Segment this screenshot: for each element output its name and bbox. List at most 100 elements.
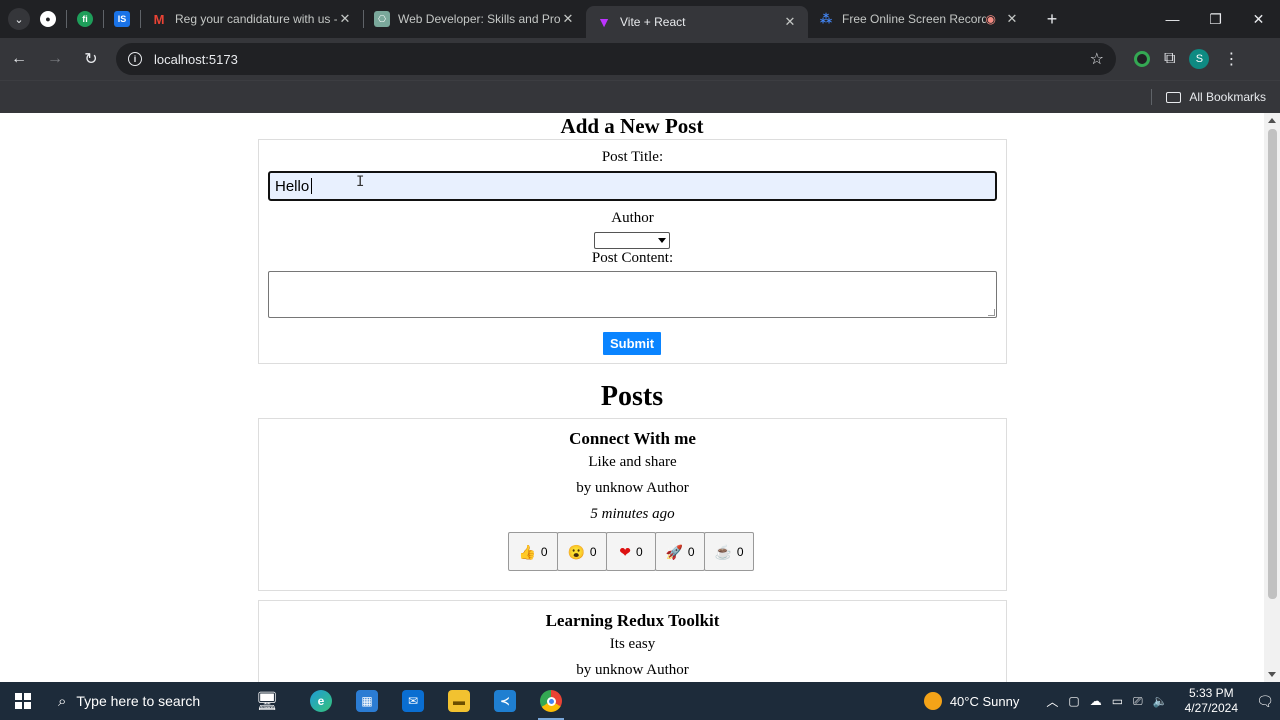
all-bookmarks-link[interactable]: All Bookmarks [1189,90,1266,104]
tab-title: Web Developer: Skills and Proje [398,12,560,26]
pinned-tab-is[interactable]: IS [104,4,140,34]
sun-icon [923,692,942,710]
restore-icon[interactable]: ❐ [1194,0,1237,38]
resize-handle-icon[interactable] [988,309,995,316]
tab-chatgpt[interactable]: ⎔ Web Developer: Skills and Proje ✕ [364,4,586,34]
clock-date: 4/27/2024 [1184,701,1238,715]
reaction-count: 0 [636,544,643,559]
battery-icon[interactable]: ▭ [1112,694,1123,708]
reaction-count: 0 [589,544,597,559]
close-icon[interactable]: ✕ [560,11,576,27]
search-highlight-icon[interactable]: 🖥 [236,686,298,716]
new-tab-button[interactable]: + [1038,9,1066,30]
close-icon[interactable]: ✕ [337,11,353,27]
reaction-button-thumbs-up[interactable]: 👍 0 [508,532,558,571]
tab-search-button[interactable]: ⌄ [8,8,30,30]
reaction-button-heart[interactable]: ❤ 0 [606,532,656,571]
site-info-icon[interactable]: i [128,52,142,66]
search-icon: ⌕ [58,692,67,710]
tab-gmail[interactable]: M Reg your candidature with us - ✕ [141,4,363,34]
scroll-down-icon[interactable] [1268,672,1276,677]
taskbar-app-edge[interactable]: e [298,682,344,720]
gmail-icon: M [153,11,165,27]
author-label: Author [611,210,654,226]
taskbar-app-mail[interactable]: ✉ [390,682,436,720]
window-close-icon[interactable]: ✕ [1237,0,1280,38]
post-card: Connect With me Like and share by unknow… [258,418,1007,591]
chatgpt-icon: ⎔ [374,11,390,27]
bookmark-star-icon[interactable]: ☆ [1090,49,1104,69]
github-icon: ● [40,11,56,27]
post-author: by unknow Author [576,662,689,678]
taskbar-app-chrome[interactable] [528,682,574,720]
scroll-up-icon[interactable] [1268,118,1276,123]
pinned-tab-fn[interactable]: fi [67,4,103,34]
close-icon[interactable]: ✕ [782,14,798,30]
extensions-icon[interactable]: ⧉ [1164,50,1175,68]
window-controls: — ❐ ✕ [1151,0,1280,38]
network-icon[interactable]: ⎚ [1133,694,1143,709]
volume-icon[interactable]: 🔈 [1153,694,1168,708]
taskbar-clock[interactable]: 5:33 PM 4/27/2024 [1185,686,1238,716]
folder-icon: ▬ [448,690,470,712]
taskbar-app-vscode[interactable]: ≺ [482,682,528,720]
reaction-button-coffee[interactable]: ☕ 0 [704,532,754,571]
add-post-form: Post Title: Hello I Author Post Content:… [258,139,1007,364]
cloud-icon[interactable]: ☁ [1090,694,1102,708]
weather-text[interactable]: 40°C Sunny [950,694,1020,709]
profile-avatar[interactable]: S [1189,49,1210,69]
tab-vite-react[interactable]: ▼ Vite + React ✕ [586,6,808,38]
heart-icon: ❤ [619,543,632,560]
notification-icon[interactable]: 🗨 [1250,693,1280,710]
forward-button[interactable]: → [38,42,72,76]
windows-taskbar: ⌕ Type here to search 🖥 e ▦ ✉ ▬ ≺ 40°C S… [0,682,1280,720]
start-button[interactable] [0,682,46,720]
post-title: Connect With me [569,429,696,448]
menu-dots-icon[interactable]: ⋮ [1223,49,1239,69]
author-select[interactable] [594,232,670,249]
scroll-thumb[interactable] [1268,129,1277,599]
meet-icon[interactable]: ▢ [1068,694,1079,708]
reaction-count: 0 [736,544,744,559]
post-content: Its easy [609,636,656,652]
taskbar-search-box[interactable]: ⌕ Type here to search [46,682,236,720]
reload-button[interactable]: ↻ [74,42,108,76]
clock-time: 5:33 PM [1188,686,1234,700]
page-scrollbar[interactable] [1264,113,1280,682]
chevron-up-icon[interactable]: ︿ [1046,693,1058,710]
windows-logo-icon [15,693,31,709]
post-title-label: Post Title: [601,149,664,165]
screen-recorder-extension-icon[interactable] [1134,51,1150,67]
store-icon: ▦ [356,690,378,712]
post-content: Like and share [588,454,677,470]
taskbar-app-explorer[interactable]: ▬ [436,682,482,720]
browser-toolbar: ← → ↻ i localhost:5173 ☆ ⧉ S ⋮ [0,38,1280,80]
browser-tab-strip: ⌄ ● fi IS M Reg your candidature with us… [0,0,1280,38]
bookmarks-bar: All Bookmarks [0,80,1280,113]
posts-heading: Posts [600,381,664,412]
url-text: localhost:5173 [154,51,238,67]
reaction-button-wow[interactable]: 😮 0 [557,532,607,571]
pinned-tab-github[interactable]: ● [30,4,66,34]
reaction-button-rocket[interactable]: 🚀 0 [655,532,705,571]
tab-screen-recorder[interactable]: ⁂ Free Online Screen Recorder ◉ ✕ [808,4,1030,34]
post-content-textarea[interactable] [268,271,997,318]
submit-button[interactable]: Submit [603,332,661,355]
folder-icon [1166,91,1182,103]
close-icon[interactable]: ✕ [1004,11,1020,27]
tab-title: Reg your candidature with us - [175,12,337,26]
mail-icon: ✉ [402,690,424,712]
taskbar-app-store[interactable]: ▦ [344,682,390,720]
back-button[interactable]: ← [2,42,36,76]
form-heading: Add a New Post [560,114,704,138]
reaction-count: 0 [540,544,548,559]
address-bar[interactable]: i localhost:5173 ☆ [116,43,1116,75]
vscode-icon: ≺ [494,690,516,712]
taskbar-search-placeholder: Type here to search [76,693,201,709]
recorder-icon: ⁂ [819,12,833,26]
tab-title: Free Online Screen Recorder [842,12,986,26]
coffee-icon: ☕ [714,543,732,560]
chrome-icon [540,690,562,712]
minimize-icon[interactable]: — [1151,0,1194,38]
post-title-input[interactable]: Hello [268,171,997,201]
